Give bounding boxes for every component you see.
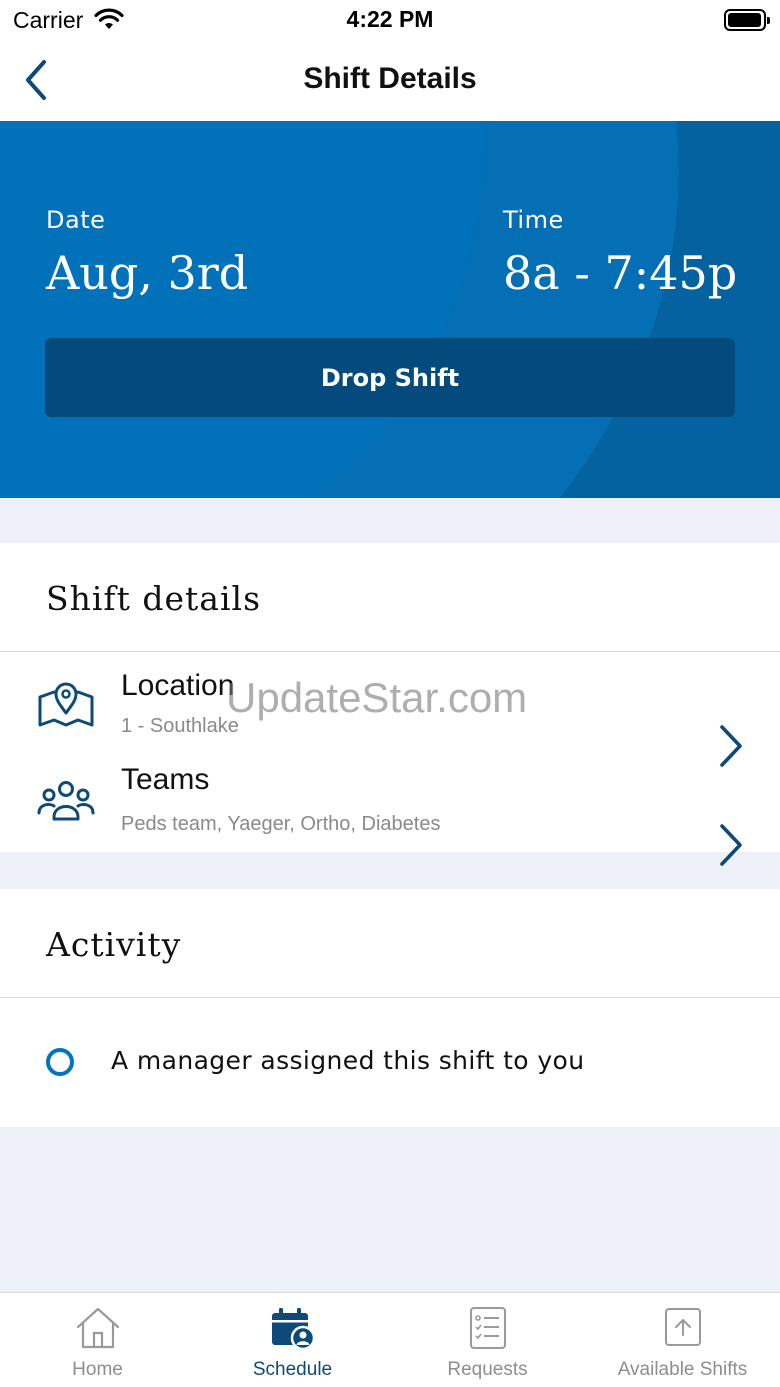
nav-bar: Shift Details (0, 40, 780, 121)
tab-requests[interactable]: Requests (390, 1293, 585, 1387)
date-label: Date (46, 206, 106, 234)
teams-value: Peds team, Yaeger, Ortho, Diabetes (121, 813, 441, 835)
chevron-right-icon (720, 824, 742, 866)
activity-title: Activity (46, 925, 182, 964)
page-title: Shift Details (303, 62, 477, 95)
time-label: Time (503, 206, 564, 234)
location-row[interactable]: Location 1 - Southlake (0, 655, 780, 767)
team-icon (37, 781, 95, 821)
location-label: Location (121, 669, 235, 702)
divider (0, 997, 780, 998)
tab-schedule-label: Schedule (252, 1359, 333, 1380)
drop-shift-button[interactable]: Drop Shift (45, 338, 735, 417)
shift-hero: Date Aug, 3rd Time 8a - 7:45p Drop Shift (0, 121, 780, 498)
checklist-icon (469, 1307, 506, 1349)
upload-icon (664, 1308, 701, 1346)
activity-section: Activity A manager assigned this shift t… (0, 889, 780, 1127)
tab-requests-label: Requests (447, 1359, 528, 1380)
status-bar: Carrier 4:22 PM (0, 0, 780, 40)
location-value: 1 - Southlake (121, 715, 239, 737)
tab-bar: Home Schedule Requests Available Shifts (0, 1292, 780, 1387)
home-icon (76, 1307, 119, 1349)
shift-details-section: Shift details Location 1 - Southlake Tea… (0, 543, 780, 866)
teams-row[interactable]: Teams Peds team, Yaeger, Ortho, Diabetes (0, 755, 780, 866)
divider (0, 651, 780, 652)
back-button[interactable] (20, 56, 60, 104)
status-time: 4:22 PM (346, 6, 434, 32)
teams-label: Teams (121, 763, 210, 796)
activity-item-text: A manager assigned this shift to you (111, 1046, 585, 1075)
hero-background-decoration (305, 121, 780, 498)
time-value: 8a - 7:45p (503, 246, 738, 300)
chevron-left-icon (26, 60, 46, 100)
calendar-user-icon (271, 1308, 315, 1351)
date-value: Aug, 3rd (46, 246, 249, 300)
battery-icon (724, 9, 770, 31)
tab-schedule[interactable]: Schedule (195, 1293, 390, 1387)
tab-available-shifts-label: Available Shifts (617, 1359, 748, 1380)
tab-available-shifts[interactable]: Available Shifts (585, 1293, 780, 1387)
map-pin-icon (38, 682, 94, 727)
tab-home[interactable]: Home (0, 1293, 195, 1387)
activity-status-icon (46, 1048, 74, 1076)
shift-details-title: Shift details (46, 579, 262, 618)
tab-home-label: Home (72, 1359, 123, 1380)
